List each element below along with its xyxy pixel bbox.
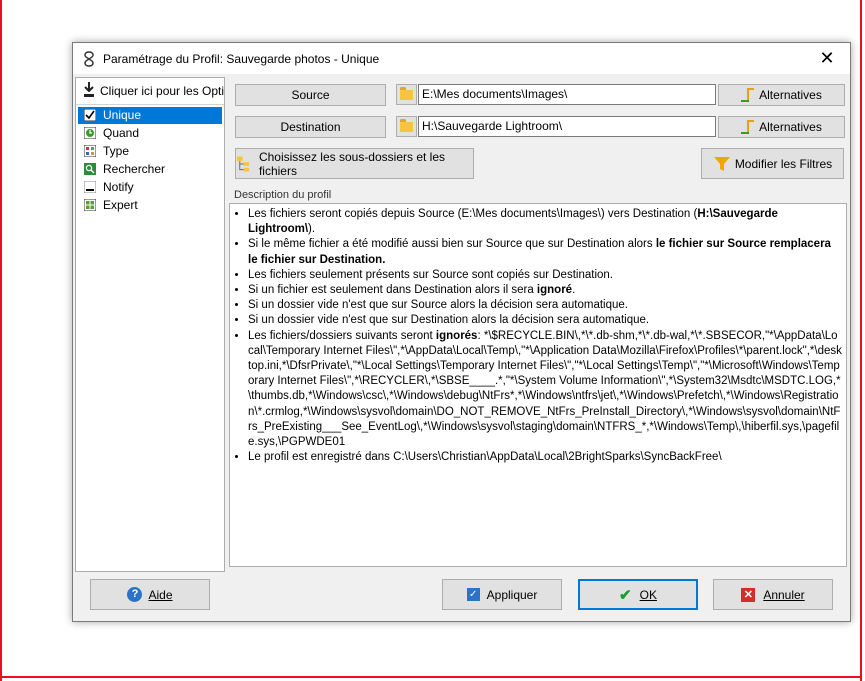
description-item: Les fichiers seulement présents sur Sour… <box>248 268 842 283</box>
expert-icon <box>84 199 96 211</box>
description-item: Les fichiers seront copiés depuis Source… <box>248 207 842 237</box>
download-arrow-icon <box>84 82 94 97</box>
options-header-label: Cliquer ici pour les Opti <box>100 84 224 98</box>
source-alternatives-button[interactable]: Alternatives <box>718 84 845 106</box>
ok-button[interactable]: ✔ OK <box>578 579 698 610</box>
destination-alternatives-button[interactable]: Alternatives <box>718 116 845 138</box>
title-bar: Paramétrage du Profil: Sauvegarde photos… <box>73 43 850 74</box>
type-icon <box>84 145 96 157</box>
destination-path-field[interactable]: H:\Sauvegarde Lightroom\ <box>418 116 716 137</box>
modify-filters-button[interactable]: Modifier les Filtres <box>701 148 844 179</box>
search-icon <box>84 163 96 175</box>
nav-item-label: Type <box>103 144 130 158</box>
red-frame-right <box>860 0 862 681</box>
help-label: Aide <box>148 587 173 602</box>
description-item: Si un dossier vide n'est que sur Destina… <box>248 313 842 328</box>
left-nav-panel: Cliquer ici pour les Opti Unique Quand T… <box>75 77 225 572</box>
help-button[interactable]: ? Aide <box>90 579 210 610</box>
folder-icon <box>400 87 413 100</box>
red-frame-bottom <box>0 676 862 678</box>
apply-label: Appliquer <box>486 587 538 602</box>
source-button[interactable]: Source <box>235 84 386 106</box>
nav-item-label: Rechercher <box>103 162 166 176</box>
app-icon <box>84 51 94 67</box>
description-item: Si le même fichier a été modifié aussi b… <box>248 237 842 267</box>
description-item: Si un dossier vide n'est que sur Source … <box>248 298 842 313</box>
source-alternatives-label: Alternatives <box>759 88 822 102</box>
notify-icon <box>84 181 96 193</box>
modify-filters-label: Modifier les Filtres <box>734 156 833 171</box>
nav-item-type[interactable]: Type <box>78 143 222 160</box>
cancel-x-icon: ✕ <box>741 587 756 602</box>
choose-subfolders-button[interactable]: Choisissez les sous-dossiers et les fich… <box>235 148 474 179</box>
source-path-field[interactable]: E:\Mes documents\Images\ <box>418 84 716 105</box>
profile-settings-dialog: Paramétrage du Profil: Sauvegarde photos… <box>72 42 851 622</box>
ok-check-icon: ✔ <box>619 586 632 604</box>
options-header[interactable]: Cliquer ici pour les Opti <box>76 78 224 105</box>
nav-item-unique[interactable]: Unique <box>78 107 222 124</box>
description-label: Description du profil <box>234 189 332 201</box>
close-icon: ✕ <box>819 48 835 68</box>
cancel-button[interactable]: ✕ Annuler <box>713 579 833 610</box>
alternatives-icon <box>741 120 755 134</box>
description-item: Les fichiers/dossiers suivants seront ig… <box>248 329 842 451</box>
source-folder-button[interactable] <box>396 84 417 105</box>
profile-description: Les fichiers seront copiés depuis Source… <box>229 203 847 567</box>
choose-subfolders-label: Choisissez les sous-dossiers et les fich… <box>258 149 446 178</box>
check-icon <box>84 109 96 121</box>
folder-icon <box>400 119 413 132</box>
funnel-icon <box>713 156 730 171</box>
ok-label: OK <box>639 587 657 602</box>
description-item: Si un fichier est seulement dans Destina… <box>248 283 842 298</box>
nav-item-rechercher[interactable]: Rechercher <box>78 161 222 178</box>
clock-icon <box>84 127 96 139</box>
nav-item-label: Quand <box>103 126 140 140</box>
subfolders-icon <box>236 155 250 172</box>
nav-item-notify[interactable]: Notify <box>78 179 222 196</box>
nav-item-label: Notify <box>103 180 134 194</box>
nav-item-quand[interactable]: Quand <box>78 125 222 142</box>
apply-icon: ✓ <box>466 588 480 601</box>
alternatives-icon <box>741 88 755 102</box>
destination-folder-button[interactable] <box>396 116 417 137</box>
description-list: Les fichiers seront copiés depuis Source… <box>234 207 842 465</box>
cancel-label: Annuler <box>763 587 805 602</box>
destination-alternatives-label: Alternatives <box>759 120 822 134</box>
nav-item-label: Expert <box>103 198 138 212</box>
destination-button[interactable]: Destination <box>235 116 386 138</box>
red-frame-left <box>0 0 2 681</box>
nav-item-expert[interactable]: Expert <box>78 197 222 214</box>
description-item: Le profil est enregistré dans C:\Users\C… <box>248 450 842 465</box>
help-icon: ? <box>127 587 143 602</box>
apply-button[interactable]: ✓ Appliquer <box>442 579 562 610</box>
nav-item-label: Unique <box>103 108 142 122</box>
window-title: Paramétrage du Profil: Sauvegarde photos… <box>103 52 380 66</box>
close-button[interactable]: ✕ <box>804 43 850 74</box>
